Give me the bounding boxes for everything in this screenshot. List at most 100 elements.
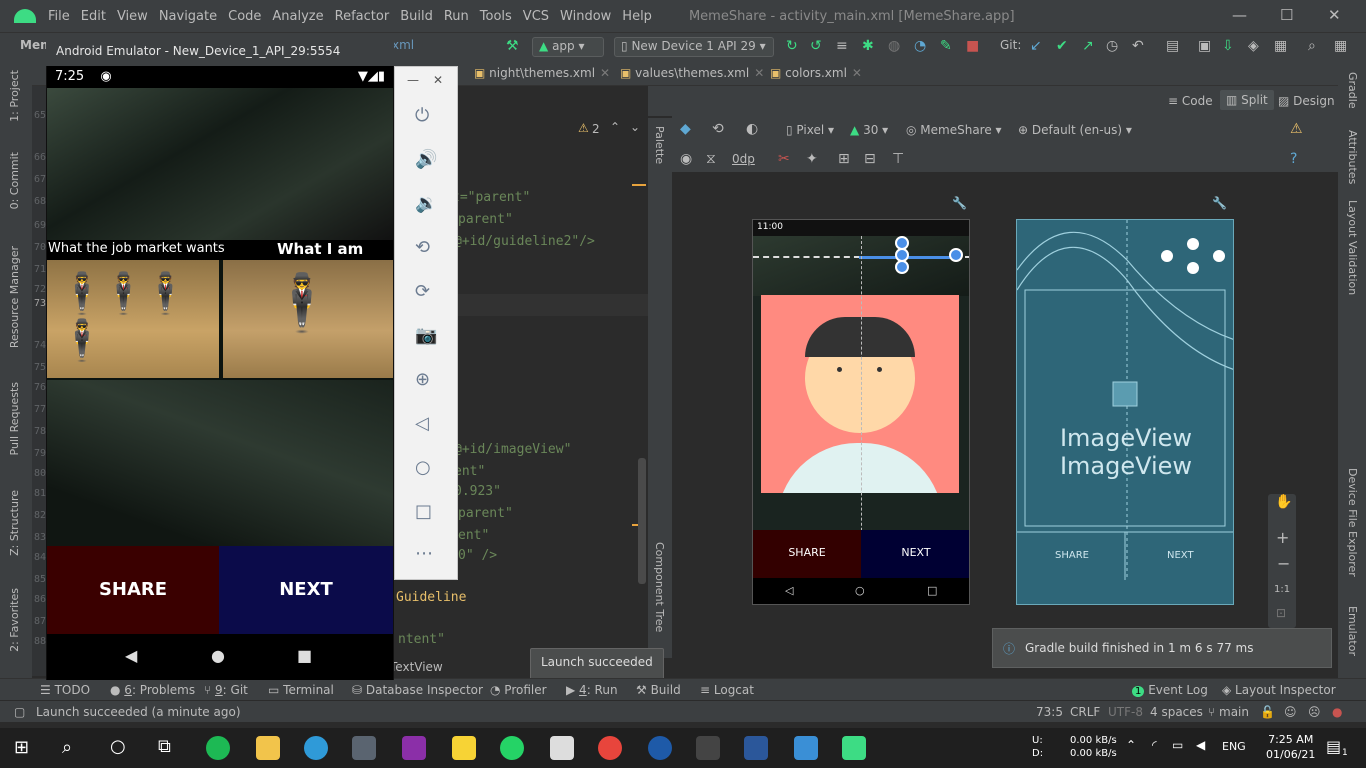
maximize-icon[interactable]: ☐: [1280, 6, 1293, 24]
rotate-right-icon[interactable]: ⟳: [415, 281, 430, 302]
preview-share-button[interactable]: SHARE: [753, 530, 861, 578]
git-push-icon[interactable]: ↗: [1082, 38, 1094, 54]
menu-navigate[interactable]: Navigate: [159, 9, 217, 24]
device-manager-icon[interactable]: ▣: [1198, 38, 1211, 54]
cortana-icon[interactable]: ○: [110, 736, 126, 757]
menu-vcs[interactable]: VCS: [523, 9, 549, 24]
theme-dropdown[interactable]: ◎ MemeShare ▾: [906, 123, 1002, 137]
history-icon[interactable]: ◷: [1106, 38, 1118, 54]
api-dropdown[interactable]: ▲ 30 ▾: [850, 123, 888, 137]
search-icon[interactable]: ⌕: [62, 737, 72, 758]
power-icon[interactable]: ⏻: [415, 105, 429, 126]
design-canvas[interactable]: 🔧 🔧 11:00 SHARE NEXT ◁ ○ □ ImageView Ima…: [672, 172, 1338, 660]
emulator-close-icon[interactable]: ✕: [433, 73, 443, 87]
emulator-screen[interactable]: 7:25 ◉ ▼◢▮ What the job market wants Wha…: [47, 66, 393, 680]
palette-tab[interactable]: Palette: [653, 126, 666, 164]
debug-list-icon[interactable]: ≡: [836, 38, 848, 54]
menu-file[interactable]: File: [48, 9, 70, 24]
project-structure-icon[interactable]: ▤: [1166, 38, 1179, 54]
align-icon[interactable]: ⊟: [864, 151, 876, 167]
menu-edit[interactable]: Edit: [81, 9, 106, 24]
infer-constraints-icon[interactable]: ✦: [806, 151, 818, 167]
nav-back-icon[interactable]: ◀: [125, 646, 137, 665]
video-editor-icon[interactable]: [696, 736, 720, 760]
volume-up-icon[interactable]: 🔊: [415, 149, 437, 170]
home-icon[interactable]: ○: [415, 457, 431, 478]
lock-icon[interactable]: 🔓: [1260, 705, 1275, 719]
wrench-icon[interactable]: 🔧: [952, 196, 967, 210]
git-commit-icon[interactable]: ✔: [1056, 38, 1068, 54]
battery-icon[interactable]: ▭: [1172, 738, 1183, 752]
tool-project[interactable]: 1: Project: [8, 70, 21, 122]
coverage-icon[interactable]: ◍: [888, 38, 900, 54]
constraint-handle[interactable]: [895, 260, 909, 274]
constraint-handle[interactable]: [949, 248, 963, 262]
tool-run[interactable]: ▶ 4: Run: [566, 683, 618, 697]
guideline-add-icon[interactable]: ⊤: [892, 151, 904, 167]
app-icon[interactable]: [648, 736, 672, 760]
menu-tools[interactable]: Tools: [480, 9, 512, 24]
layers-icon[interactable]: ◆: [680, 121, 691, 137]
emulator-title-bar[interactable]: Android Emulator - New_Device_1_API_29:5…: [46, 38, 394, 66]
menu-code[interactable]: Code: [228, 9, 261, 24]
error-icon[interactable]: ●: [1332, 705, 1342, 719]
zoom-out-icon[interactable]: −: [1277, 554, 1290, 573]
onenote-icon[interactable]: [402, 736, 426, 760]
settings-icon[interactable]: ▦: [1334, 38, 1347, 54]
calculator-icon[interactable]: [352, 736, 376, 760]
rotate-left-icon[interactable]: ⟲: [415, 237, 430, 258]
file-explorer-icon[interactable]: [256, 736, 280, 760]
tool-build[interactable]: ⚒ Build: [636, 683, 681, 697]
minimize-icon[interactable]: —: [1232, 6, 1247, 24]
menu-help[interactable]: Help: [622, 9, 652, 24]
indent-setting[interactable]: 4 spaces: [1150, 705, 1203, 719]
assistant-icon[interactable]: ▦: [1274, 38, 1287, 54]
nav-recents-icon[interactable]: ■: [297, 646, 312, 665]
view-options-icon[interactable]: ◉: [680, 151, 692, 167]
warning-icon[interactable]: ⚠: [578, 121, 589, 135]
sdk-manager-icon[interactable]: ⇩: [1222, 38, 1234, 54]
hammer-icon[interactable]: ⚒: [506, 38, 519, 54]
language-indicator[interactable]: ENG: [1222, 740, 1246, 753]
close-icon[interactable]: ✕: [754, 66, 764, 80]
line-separator[interactable]: CRLF: [1070, 705, 1100, 719]
notification-center-icon[interactable]: ▤: [1326, 737, 1341, 756]
chevron-up-icon[interactable]: ⌃: [610, 120, 620, 134]
back-icon[interactable]: ◁: [415, 413, 429, 434]
tool-structure[interactable]: Z: Structure: [8, 490, 21, 556]
emulator-minimize-icon[interactable]: —: [407, 73, 419, 87]
night-mode-icon[interactable]: ◐: [746, 121, 758, 137]
tool-database-inspector[interactable]: ⛁ Database Inspector: [352, 683, 483, 697]
preview-next-button[interactable]: NEXT: [861, 530, 969, 578]
word-icon[interactable]: [744, 736, 768, 760]
code-mode-button[interactable]: ≡ Code: [1168, 94, 1213, 108]
file-encoding[interactable]: UTF-8: [1108, 705, 1143, 719]
tool-device-file-explorer[interactable]: Device File Explorer: [1346, 468, 1359, 577]
apply-code-changes-icon[interactable]: ↺: [810, 38, 822, 54]
sticky-notes-icon[interactable]: [452, 736, 476, 760]
photos-icon[interactable]: [794, 736, 818, 760]
design-mode-button[interactable]: ▨ Design: [1278, 94, 1335, 108]
overview-icon[interactable]: □: [415, 501, 432, 522]
wrench-icon[interactable]: 🔧: [1212, 196, 1227, 210]
task-view-icon[interactable]: ⧉: [158, 736, 171, 757]
tool-favorites[interactable]: 2: Favorites: [8, 588, 21, 652]
caret-position[interactable]: 73:5: [1036, 705, 1063, 719]
menu-view[interactable]: View: [117, 9, 148, 24]
git-branch[interactable]: ⑂ main: [1208, 705, 1249, 719]
partial-breadcrumb[interactable]: xml: [392, 38, 414, 52]
close-icon[interactable]: ✕: [600, 66, 610, 80]
chevron-up-icon[interactable]: ⌃: [1126, 738, 1136, 752]
preview-image[interactable]: [761, 295, 959, 493]
tool-terminal[interactable]: ▭ Terminal: [268, 683, 334, 697]
orientation-icon[interactable]: ⟲: [712, 121, 724, 137]
blueprint-preview[interactable]: ImageView ImageView SHARE NEXT: [1016, 219, 1234, 605]
tab-night-themes[interactable]: ▣ night\themes.xml ✕: [474, 66, 610, 80]
search-icon[interactable]: ⌕: [1308, 38, 1316, 54]
memory-icon[interactable]: ☹: [1308, 705, 1321, 719]
menu-run[interactable]: Run: [444, 9, 469, 24]
android-studio-icon[interactable]: [842, 736, 866, 760]
device-select[interactable]: ▯ New Device 1 API 29 ▾: [614, 37, 774, 57]
pan-icon[interactable]: ✋: [1275, 494, 1292, 510]
component-tree-tab[interactable]: Component Tree: [653, 542, 666, 632]
